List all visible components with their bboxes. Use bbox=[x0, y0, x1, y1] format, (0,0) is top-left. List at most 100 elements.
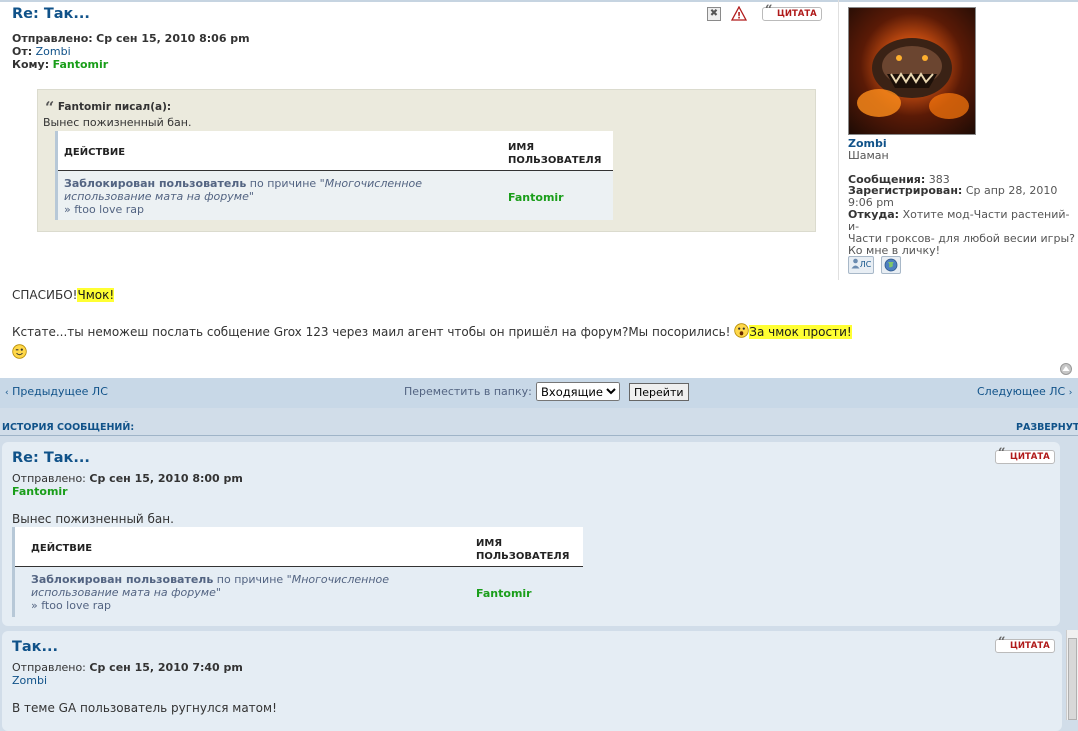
reason-2: использование мата на форуме bbox=[31, 586, 216, 599]
col-action-header: ДЕЙСТВИЕ bbox=[31, 543, 93, 554]
user-icon bbox=[851, 258, 860, 275]
quote-button[interactable]: “ ЦИТАТА bbox=[762, 3, 822, 21]
action-cell: Заблокирован пользователь по причине "Мн… bbox=[31, 573, 451, 612]
registered-value-1: Ср апр 28, 2010 bbox=[965, 184, 1058, 197]
quote-button-label: ЦИТАТА bbox=[777, 9, 817, 19]
history-divider bbox=[0, 435, 1078, 436]
profile-rank: Шаман bbox=[848, 149, 889, 162]
ban-user[interactable]: Fantomir bbox=[476, 587, 532, 600]
history-author[interactable]: Fantomir bbox=[12, 485, 68, 498]
go-button[interactable]: Перейти bbox=[629, 383, 689, 401]
quote-button-label: ЦИТАТА bbox=[1010, 641, 1050, 651]
reason-1: Многочисленное bbox=[291, 573, 390, 586]
reason-prefix: по причине " bbox=[246, 177, 325, 190]
post-title[interactable]: Re: Так... bbox=[12, 6, 90, 22]
reason-suffix: " bbox=[248, 190, 254, 203]
history-post-title[interactable]: Так... bbox=[12, 639, 58, 655]
ban-table: ДЕЙСТВИЕ ИМЯ ПОЛЬЗОВАТЕЛЯ Заблокирован по… bbox=[55, 131, 613, 220]
body-line-1-text: СПАСИБО! bbox=[12, 288, 78, 302]
scrollbar-thumb[interactable] bbox=[1068, 638, 1077, 720]
quote-mark-icon: “ bbox=[998, 635, 1006, 650]
action-bold: Заблокирован пользователь bbox=[31, 573, 214, 586]
from-line: От: Zombi bbox=[12, 45, 71, 58]
body-line-2-text: Кстате...ты неможеш послать собщение Gro… bbox=[12, 325, 731, 339]
sent-label: Отправлено: bbox=[12, 32, 93, 45]
quote-mark-icon: “ bbox=[765, 3, 773, 18]
body-line-2-highlight: За чмок прости! bbox=[749, 325, 852, 339]
ban-user[interactable]: Fantomir bbox=[508, 191, 564, 204]
next-pm-label: Следующее ЛС bbox=[977, 385, 1066, 398]
back-to-top-icon[interactable] bbox=[1060, 363, 1072, 375]
pm-button-label: ЛС bbox=[859, 260, 872, 269]
history-post-title[interactable]: Re: Так... bbox=[12, 450, 90, 466]
sent-line: Отправлено: Ср сен 15, 2010 8:06 pm bbox=[12, 32, 250, 45]
quote-button-label: ЦИТАТА bbox=[1010, 452, 1050, 462]
action-cell: Заблокирован пользователь по причине "Мн… bbox=[64, 177, 484, 216]
expand-link[interactable]: РАЗВЕРНУТЬ bbox=[1016, 422, 1078, 433]
history-sent-line: Отправлено: Ср сен 15, 2010 8:00 pm bbox=[12, 472, 243, 485]
action-sub: » ftoo love rap bbox=[64, 203, 144, 216]
quote-text: Вынес пожизненный бан. bbox=[43, 116, 192, 129]
pm-navigation: ‹ Предыдущее ЛС Переместить в папку: Вхо… bbox=[0, 378, 1078, 408]
profile-registered: Зарегистрирован: Ср апр 28, 2010 9:06 pm bbox=[848, 185, 1073, 209]
col-user-header-2: ПОЛЬЗОВАТЕЛЯ bbox=[476, 551, 570, 562]
col-user-header: ИМЯ ПОЛЬЗОВАТЕЛЯ bbox=[508, 141, 601, 167]
history-label: ИСТОРИЯ СООБЩЕНИЙ: bbox=[2, 422, 135, 433]
quote-author-text: Fantomir писал(а): bbox=[57, 101, 172, 113]
quote-box: “ Fantomir писал(а): Вынес пожизненный б… bbox=[37, 89, 816, 232]
folder-select-wrap: Входящие bbox=[536, 382, 620, 401]
col-action-header: ДЕЙСТВИЕ bbox=[64, 147, 126, 158]
history-post: Так... “ ЦИТАТА Отправлено: Ср сен 15, 20… bbox=[2, 631, 1062, 731]
move-folder-label: Переместить в папку: bbox=[404, 385, 532, 398]
quote-mark-icon: “ bbox=[998, 446, 1006, 461]
delete-icon[interactable]: ✖ bbox=[707, 7, 721, 21]
ban-table: ДЕЙСТВИЕ ИМЯ ПОЛЬЗОВАТЕЛЯ Заблокирован по… bbox=[12, 527, 583, 617]
col-user-header: ИМЯ ПОЛЬЗОВАТЕЛЯ bbox=[476, 537, 569, 563]
prev-pm-link[interactable]: ‹ Предыдущее ЛС bbox=[5, 385, 108, 398]
reason-prefix: по причине " bbox=[213, 573, 292, 586]
history-bar: ИСТОРИЯ СООБЩЕНИЙ: РАЗВЕРНУТЬ bbox=[0, 420, 1078, 436]
quote-button[interactable]: “ ЦИТАТА bbox=[995, 635, 1055, 653]
history-author[interactable]: Zombi bbox=[12, 674, 47, 687]
history-text: В теме GA пользователь ругнулся матом! bbox=[12, 701, 277, 715]
history-sent-line: Отправлено: Ср сен 15, 2010 7:40 pm bbox=[12, 661, 243, 674]
folder-select[interactable]: Входящие bbox=[536, 382, 620, 401]
go-button-wrap: Перейти bbox=[629, 383, 689, 401]
prev-pm-label: Предыдущее ЛС bbox=[12, 385, 108, 398]
next-pm-link[interactable]: Следующее ЛС › bbox=[977, 385, 1072, 398]
history-sent-label: Отправлено: bbox=[12, 661, 86, 674]
to-label: Кому: bbox=[12, 58, 50, 71]
chevron-right-icon: › bbox=[1068, 388, 1073, 398]
avatar[interactable] bbox=[848, 7, 976, 135]
profile-location: Откуда: Хотите мод-Части растений-и- Час… bbox=[848, 209, 1076, 257]
history-scrollbar[interactable] bbox=[1066, 630, 1078, 720]
reason-1: Многочисленное bbox=[324, 177, 423, 190]
body-line-2: Кстате...ты неможеш послать собщение Gro… bbox=[12, 323, 852, 341]
from-user-link[interactable]: Zombi bbox=[36, 45, 71, 58]
quote-button[interactable]: “ ЦИТАТА bbox=[995, 446, 1055, 464]
col-user-header-1: ИМЯ bbox=[476, 538, 503, 549]
history-sent-value: Ср сен 15, 2010 7:40 pm bbox=[89, 661, 243, 674]
svg-text:!: ! bbox=[737, 12, 741, 22]
body-line-1: СПАСИБО!Чмок! bbox=[12, 288, 115, 302]
pm-button[interactable]: ЛС bbox=[848, 256, 874, 274]
chevron-left-icon: ‹ bbox=[5, 388, 9, 398]
to-line: Кому: Fantomir bbox=[12, 58, 108, 71]
website-button[interactable] bbox=[881, 256, 901, 274]
from-label: От: bbox=[12, 45, 33, 58]
report-icon[interactable]: ! bbox=[730, 5, 748, 22]
history-post: Re: Так... “ ЦИТАТА Отправлено: Ср сен 15… bbox=[2, 442, 1060, 626]
sent-value: Ср сен 15, 2010 8:06 pm bbox=[96, 32, 250, 45]
quote-author: “ Fantomir писал(а): bbox=[45, 98, 171, 117]
history-text: Вынес пожизненный бан. bbox=[12, 512, 174, 526]
table-row: Заблокирован пользователь по причине "Мн… bbox=[15, 567, 583, 617]
history-sent-value: Ср сен 15, 2010 8:00 pm bbox=[89, 472, 243, 485]
author-profile: Zombi Шаман Сообщения: 383 Зарегистриров… bbox=[838, 0, 1076, 280]
action-sub: » ftoo love rap bbox=[31, 599, 111, 612]
to-user-link[interactable]: Fantomir bbox=[53, 58, 109, 71]
reason-2: использование мата на форуме bbox=[64, 190, 249, 203]
body-line-1-highlight: Чмок! bbox=[77, 288, 115, 302]
table-row: Заблокирован пользователь по причине "Мн… bbox=[58, 171, 613, 220]
action-bold: Заблокирован пользователь bbox=[64, 177, 247, 190]
globe-icon bbox=[884, 258, 898, 274]
